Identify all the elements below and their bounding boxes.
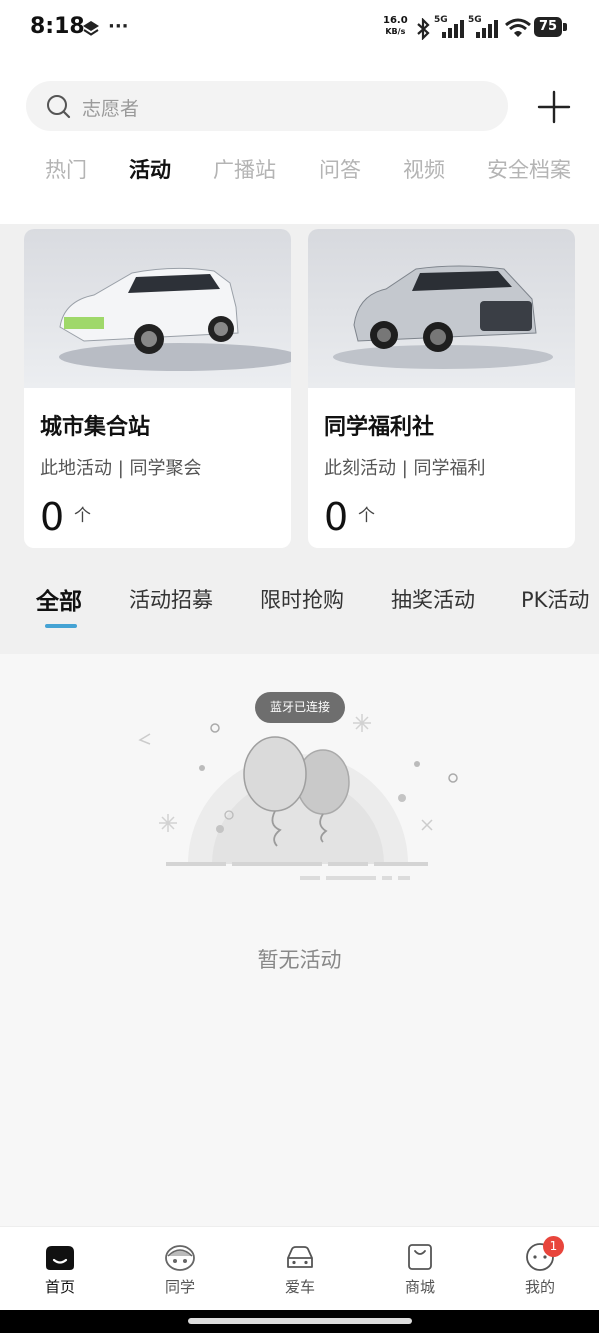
tab-broadcast[interactable]: 广播站 [213,154,276,184]
card-count: 0 [324,495,349,539]
subtab-all[interactable]: 全部 [36,582,82,616]
notification-badge: 1 [543,1236,564,1257]
shopping-bag-icon [408,1244,432,1270]
subtab-pk-clip: PK活动 [521,584,599,614]
classmates-icon [165,1245,195,1271]
silver-suv-image [308,229,575,388]
nav-label: 同学 [164,1278,195,1296]
card-subtitle: 此刻活动 | 同学福利 [324,458,486,479]
search-icon [47,95,71,119]
card-count: 0 [40,495,65,539]
wifi-icon [505,18,531,37]
battery-level: 75 [534,17,562,37]
search-input[interactable]: 志愿者 [82,94,139,121]
empty-balloons-illustration [138,714,458,880]
city-meetup-card[interactable]: 城市集合站 此地活动 | 同学聚会 0 个 [24,229,291,548]
nav-classmates[interactable]: 同学 [120,1226,240,1310]
signal-1-icon [442,20,464,38]
car-icon [287,1246,313,1268]
home-indicator[interactable] [188,1318,412,1324]
white-suv-image [24,229,291,388]
nav-car[interactable]: 爱车 [240,1226,360,1310]
home-icon [46,1246,74,1270]
tab-activity[interactable]: 活动 [129,154,171,184]
tab-qa[interactable]: 问答 [319,154,361,184]
nav-label: 爱车 [284,1278,315,1296]
more-dots-icon: ··· [108,16,129,37]
card-count-unit: 个 [358,506,375,526]
bluetooth-connected-toast: 蓝牙已连接 [255,692,345,723]
status-bar: 8:18 ··· 16.0 KB/s 5G 5G 75 [0,0,599,56]
bluetooth-icon [417,18,430,40]
card-title: 同学福利社 [324,415,435,440]
card-subtitle: 此地活动 | 同学聚会 [40,458,202,479]
net-speed-unit: KB/s [385,27,406,36]
subtab-flash-sale[interactable]: 限时抢购 [260,584,344,614]
nav-label: 我的 [524,1278,555,1296]
nav-label: 商城 [404,1278,435,1296]
add-button[interactable] [536,89,572,125]
nav-home[interactable]: 首页 [0,1226,120,1310]
empty-state-text: 暂无活动 [257,948,342,972]
subtab-lottery[interactable]: 抽奖活动 [391,584,475,614]
tab-hot[interactable]: 热门 [45,154,87,184]
classmate-welfare-card[interactable]: 同学福利社 此刻活动 | 同学福利 0 个 [308,229,575,548]
status-time: 8:18 [30,14,85,39]
layers-icon [83,21,99,36]
active-tab-indicator [45,624,77,628]
card-count-unit: 个 [74,506,91,526]
signal-2-icon [476,20,498,38]
net-speed: 16.0 KB/s [383,15,408,37]
battery-tip [563,23,567,31]
tab-video[interactable]: 视频 [403,154,445,184]
subtab-pk[interactable]: PK活动 [521,584,589,614]
tab-safety-archive[interactable]: 安全档案 [487,154,571,184]
nav-profile[interactable]: 我的 [480,1226,599,1310]
subtab-recruit[interactable]: 活动招募 [129,584,213,614]
net-speed-value: 16.0 [383,15,408,26]
nav-label: 首页 [44,1278,75,1296]
card-title: 城市集合站 [40,415,151,440]
nav-mall[interactable]: 商城 [360,1226,480,1310]
